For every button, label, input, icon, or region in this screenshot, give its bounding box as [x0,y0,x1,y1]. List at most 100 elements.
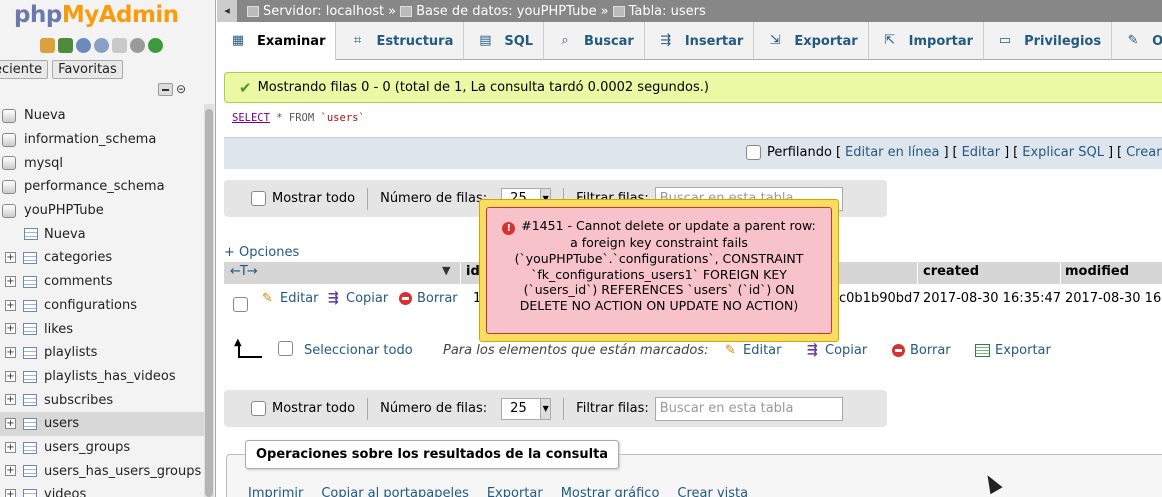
tree-item-db[interactable]: performance_schema [0,175,204,199]
table-icon [23,394,37,407]
expand-icon[interactable]: + [5,370,16,382]
rows-navbar-bottom: Mostrar todo Número de filas: 25 ▼ Filtra… [224,390,887,427]
tree-item-table[interactable]: + subscribes [0,388,204,412]
profiling-bar: Perfilando [ Editar en línea ] [ Editar … [224,137,1162,169]
expand-icon[interactable]: + [5,323,16,335]
row-delete-link[interactable]: Borrar [399,291,458,306]
expand-icon[interactable]: + [5,275,16,287]
expand-icon[interactable]: + [5,489,16,497]
nav-scrollbar[interactable] [204,104,214,497]
bulk-edit-button[interactable]: ✎ Editar [725,343,782,358]
bulk-copy-button[interactable]: ⇶ Copiar [807,343,867,358]
show-chart-link[interactable]: Mostrar gráfico [561,486,660,497]
filter-rows-input[interactable]: Buscar en esta tabla [654,396,843,421]
tree-item-table[interactable]: + users_has_users_groups [0,459,204,483]
create-php-link[interactable]: Crear [1126,145,1161,160]
table-icon [23,252,37,265]
nav-icon-bar [40,38,163,53]
select-all-checkbox[interactable] [278,341,293,356]
tab-search[interactable]: ⌕ Buscar [544,22,645,60]
reload-icon[interactable] [148,38,163,53]
inline-edit-link[interactable]: Editar en línea [845,145,939,160]
row-copy-link[interactable]: ⇶ Copiar [328,291,388,306]
create-view-link[interactable]: Crear vista [677,486,748,497]
collapse-nav-icon[interactable]: ◂ [217,0,237,22]
expand-icon[interactable]: + [5,394,16,406]
tab-import[interactable]: ⇱ Importar [869,22,985,60]
tree-item-table[interactable]: + playlists_has_videos [0,365,204,389]
table-icon [23,370,37,383]
tab-sql[interactable]: ▤ SQL [464,22,545,60]
database-icon [2,180,16,195]
tab-privileges[interactable]: ▭ Privilegios [984,22,1113,60]
copy-clipboard-link[interactable]: Copiar al portapapeles [321,486,469,497]
tab-structure[interactable]: ⌗ Estructura [336,22,465,60]
column-id[interactable]: id [466,264,480,279]
link-icon[interactable]: ⊝ [176,82,186,96]
profiling-checkbox[interactable] [746,145,761,160]
tree-item-db[interactable]: mysql [0,151,204,175]
column-created[interactable]: created [923,264,979,279]
phpmyadmin-logo[interactable]: phpMyAdmin [14,2,179,28]
tab-browse[interactable]: ▦ Examinar [217,22,337,60]
expand-icon[interactable]: + [5,441,16,453]
settings-icon[interactable] [130,38,145,53]
tree-item-table-selected[interactable]: + users [0,411,204,436]
options-link[interactable]: + Opciones [224,245,299,260]
scrollbar-thumb[interactable] [205,109,213,497]
select-all-link[interactable]: Seleccionar todo [304,343,413,358]
home-icon[interactable] [40,38,55,53]
operations-icon: ✎ [1127,33,1139,48]
breadcrumb-table[interactable]: Tabla: users [629,4,706,19]
collapse-all-button[interactable] [158,82,173,96]
help-icon[interactable] [76,38,91,53]
explain-sql-link[interactable]: Explicar SQL [1022,145,1104,160]
row-checkbox[interactable] [233,297,248,312]
tree-item-table[interactable]: + videos [0,483,204,497]
sort-triangle-icon[interactable]: ▼ [442,264,450,277]
row-edit-link[interactable]: ✎ Editar [262,291,319,306]
expand-icon[interactable]: + [5,417,16,429]
expand-icon[interactable]: + [5,252,16,264]
tree-item-new[interactable]: Nueva [0,104,204,128]
tab-export[interactable]: ⇲ Exportar [754,22,869,60]
breadcrumb-server[interactable]: Servidor: localhost [263,4,384,19]
expand-icon[interactable]: + [5,465,16,477]
bulk-delete-button[interactable]: Borrar [892,343,951,358]
tab-favorites[interactable]: Favoritas [52,60,123,79]
tree-item-new-table[interactable]: Nueva [0,222,204,246]
phpmyadmin-window: phpMyAdmin eciente Favoritas ⊝ Nueva inf… [0,0,1162,497]
tab-insert[interactable]: ⇶ Insertar [645,22,755,60]
tree-item-table[interactable]: + users_groups [0,436,204,460]
expand-icon[interactable]: + [5,299,16,311]
print-link[interactable]: Imprimir [248,486,303,497]
tree-item-table[interactable]: + categories [0,246,204,270]
error-popup[interactable]: ! #1451 - Cannot delete or update a paren… [479,199,839,342]
show-all-checkbox[interactable] [251,401,266,416]
tab-recent[interactable]: eciente [0,60,49,79]
query-operations-legend: Operaciones sobre los resultados de la c… [245,440,620,469]
show-all-checkbox[interactable] [251,191,266,206]
tree-item-db[interactable]: youPHPTube [0,199,204,223]
docs-icon[interactable] [94,38,109,53]
tree-item-table[interactable]: + playlists [0,341,204,365]
sql-keyword-link[interactable]: SELECT [232,112,270,124]
export-link[interactable]: Exportar [487,486,543,497]
database-icon [2,132,16,147]
exit-icon[interactable] [58,38,73,53]
tree-item-table[interactable]: + configurations [0,294,204,318]
table-icon [23,489,37,497]
copy-icon[interactable] [112,38,127,53]
breadcrumb-database[interactable]: Base de datos: youPHPTube [416,4,597,19]
column-modified[interactable]: modified [1065,264,1129,279]
rows-per-page-select[interactable]: 25▼ [501,397,552,420]
expand-icon[interactable]: + [5,346,16,358]
tree-item-table[interactable]: + likes [0,317,204,341]
column-arrows-icon[interactable]: ←T→ [230,264,258,279]
tab-operations[interactable]: ✎Ope [1112,22,1162,60]
edit-link[interactable]: Editar [962,145,1001,160]
tree-item-table[interactable]: + comments [0,270,204,294]
bulk-export-button[interactable]: Exportar [975,343,1051,358]
nav-tabs: eciente Favoritas [0,60,123,79]
tree-item-db[interactable]: information_schema [0,128,204,152]
